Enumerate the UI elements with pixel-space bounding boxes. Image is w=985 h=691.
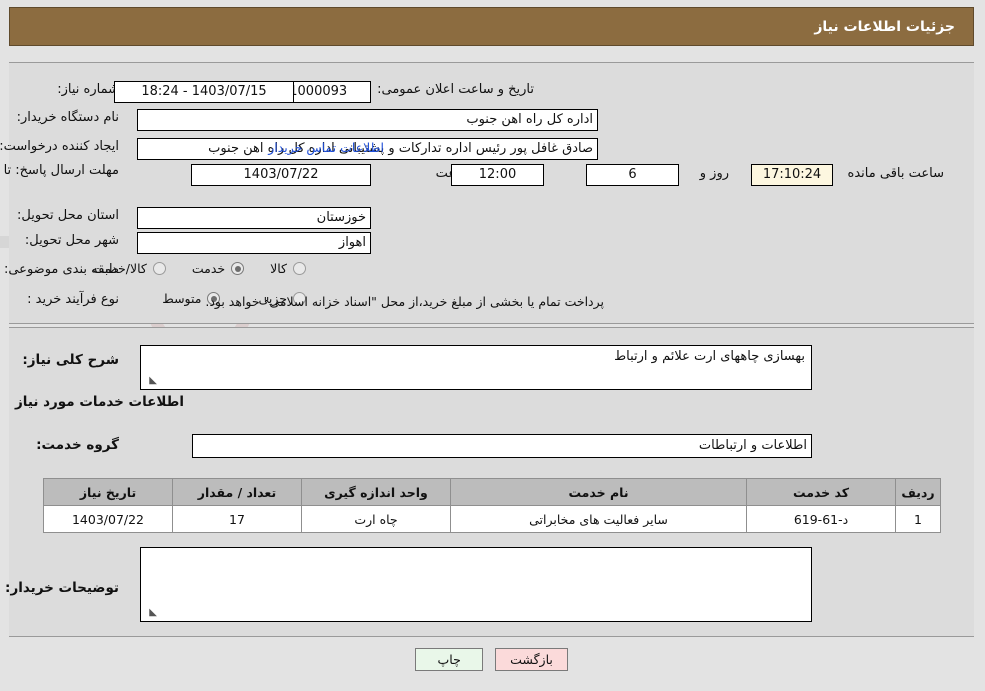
resize-handle-icon[interactable]: ◣: [148, 376, 158, 386]
category-option-khedmat[interactable]: خدمت: [192, 261, 246, 276]
need-number-label: شماره نیاز:: [58, 82, 120, 97]
city-field[interactable]: اهواز: [138, 232, 372, 254]
cell-quantity: 17: [173, 505, 303, 533]
services-section-title: اطلاعات خدمات مورد نیاز: [15, 394, 185, 410]
table-header-index: ردیف: [896, 478, 942, 506]
requester-label: ایجاد کننده درخواست:: [0, 139, 120, 154]
back-button[interactable]: بازگشت: [496, 648, 569, 671]
payment-note: پرداخت تمام یا بخشی از مبلغ خرید،از محل …: [206, 294, 605, 309]
category-radio-group: کالا خدمت کالا/خدمت: [93, 261, 307, 276]
city-label: شهر محل تحویل:: [25, 233, 120, 248]
payment-note-wrap: پرداخت تمام یا بخشی از مبلغ خرید،از محل …: [206, 294, 605, 309]
table-row: 1 د-61-619 سایر فعالیت های مخابراتی چاه …: [44, 505, 942, 533]
radio-icon[interactable]: [153, 262, 167, 275]
process-label: نوع فرآیند خرید :: [28, 292, 120, 307]
city-label-wrap: شهر محل تحویل:: [26, 233, 120, 248]
days-unit-label-wrap: روز و: [701, 166, 730, 181]
page-title: جزئیات اطلاعات نیاز: [815, 18, 956, 35]
buyer-org-label: نام دستگاه خریدار:: [17, 110, 120, 125]
province-label: استان محل تحویل:: [18, 208, 120, 223]
table-header-name: نام خدمت: [451, 478, 748, 506]
category-option-label: کالا: [271, 261, 288, 276]
services-table: ردیف کد خدمت نام خدمت واحد اندازه گیری ت…: [44, 478, 942, 533]
buyer-comments-textarea[interactable]: [141, 547, 813, 622]
process-label-wrap: نوع فرآیند خرید :: [28, 292, 120, 307]
buyer-org-label-wrap: نام دستگاه خریدار:: [18, 110, 120, 125]
requester-label-wrap: ایجاد کننده درخواست:: [0, 139, 120, 154]
public-announce-label-wrap: تاریخ و ساعت اعلان عمومی:: [378, 82, 535, 97]
service-group-field[interactable]: اطلاعات و ارتباطات: [193, 434, 813, 458]
cell-name: سایر فعالیت های مخابراتی: [451, 505, 748, 533]
public-announce-label: تاریخ و ساعت اعلان عمومی:: [378, 82, 535, 97]
buyer-contact-link-wrap: اطلاعات تماس خریدار: [269, 140, 385, 155]
deadline-date-field[interactable]: 1403/07/22: [192, 164, 372, 186]
days-remaining-field[interactable]: 6: [587, 164, 680, 186]
service-group-label: گروه خدمت:: [37, 437, 120, 453]
category-option-label: کالا/خدمت: [93, 261, 148, 276]
general-desc-label: شرح کلی نیاز:: [23, 352, 120, 368]
category-option-label: خدمت: [192, 261, 227, 276]
countdown-field: 17:10:24: [752, 164, 834, 186]
resize-handle-icon[interactable]: ◣: [148, 608, 158, 618]
days-unit-label: روز و: [700, 166, 730, 181]
table-header-quantity: تعداد / مقدار: [173, 478, 303, 506]
table-header-date: تاریخ نیاز: [44, 478, 174, 506]
radio-icon[interactable]: [294, 262, 307, 275]
remaining-suffix-label: ساعت باقی مانده: [848, 166, 945, 181]
page-root: AnaTender جزئیات اطلاعات نیاز شماره نیاز…: [0, 0, 985, 691]
process-option-label: متوسط: [163, 291, 203, 306]
category-option-kala-khedmat[interactable]: کالا/خدمت: [93, 261, 167, 276]
buyer-org-field[interactable]: اداره کل راه اهن جنوب: [138, 109, 599, 131]
table-header-row: ردیف کد خدمت نام خدمت واحد اندازه گیری ت…: [44, 478, 942, 506]
table-header-code: کد خدمت: [747, 478, 897, 506]
radio-icon[interactable]: [232, 262, 246, 275]
province-field[interactable]: خوزستان: [138, 207, 372, 229]
remaining-suffix-wrap: ساعت باقی مانده: [849, 166, 945, 181]
public-announce-field[interactable]: 1403/07/15 - 18:24: [115, 81, 295, 103]
buyer-contact-link[interactable]: اطلاعات تماس خریدار: [269, 140, 385, 155]
need-number-label-wrap: شماره نیاز:: [58, 82, 120, 97]
print-button[interactable]: چاپ: [416, 648, 485, 671]
province-label-wrap: استان محل تحویل:: [18, 208, 120, 223]
deadline-label: مهلت ارسال پاسخ: تا تاریخ:: [0, 163, 120, 178]
window-title-bar: جزئیات اطلاعات نیاز: [10, 7, 975, 46]
deadline-label-wrap: مهلت ارسال پاسخ: تا تاریخ:: [0, 163, 120, 178]
general-desc-textarea[interactable]: بهسازی چاههای ارت علائم و ارتباط: [141, 345, 813, 390]
buyer-comments-label: توضیحات خریدار:: [6, 580, 120, 596]
deadline-time-field[interactable]: 12:00: [452, 164, 545, 186]
category-option-kala[interactable]: کالا: [271, 261, 307, 276]
table-header-unit: واحد اندازه گیری: [302, 478, 452, 506]
cell-code: د-61-619: [747, 505, 897, 533]
cell-date: 1403/07/22: [44, 505, 174, 533]
cell-unit: چاه ارت: [302, 505, 452, 533]
cell-index: 1: [896, 505, 942, 533]
action-buttons: بازگشت چاپ: [0, 648, 985, 671]
